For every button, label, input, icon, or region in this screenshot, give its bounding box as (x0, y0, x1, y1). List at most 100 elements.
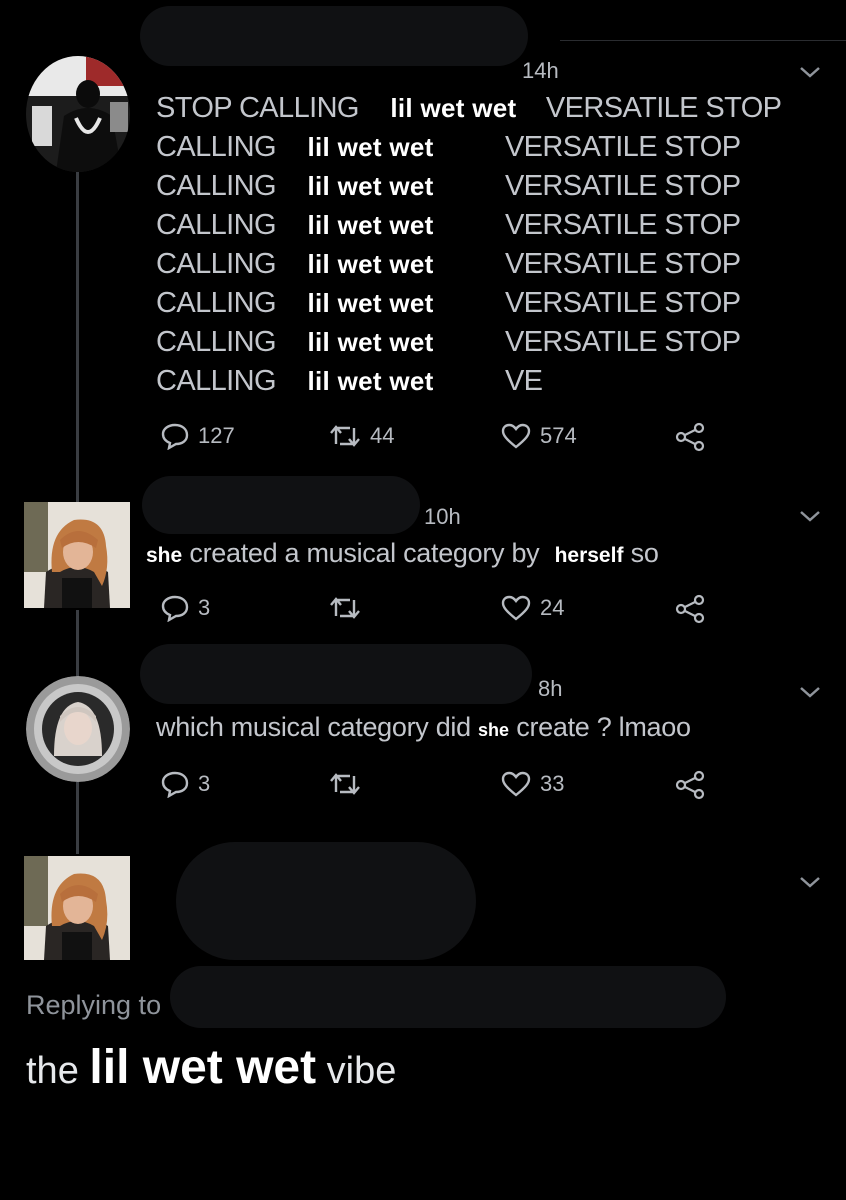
avatar[interactable] (26, 56, 130, 172)
chevron-down-icon[interactable] (798, 684, 822, 700)
text-segment: CALLING (156, 170, 277, 202)
like-count: 574 (540, 423, 577, 448)
redacted-username (176, 842, 476, 960)
overlay-text: she (478, 720, 510, 740)
like-icon (501, 423, 531, 449)
text-segment: CALLING (156, 248, 277, 280)
thread-line (76, 610, 79, 680)
share-button[interactable] (674, 594, 706, 624)
redacted-reply-handles (170, 966, 726, 1028)
text-segment: vibe (316, 1050, 397, 1092)
chevron-down-icon[interactable] (798, 874, 822, 890)
tweet-line: CALLING lil wet wet VERSATILE STOP (156, 287, 741, 320)
overlay-text: lil wet wet (307, 327, 434, 357)
text-segment: CALLING (156, 365, 277, 397)
text-segment: VERSATILE STOP (504, 248, 741, 280)
thread-line (76, 172, 79, 502)
overlay-text: herself (554, 544, 624, 567)
redacted-username (140, 6, 528, 66)
share-icon (675, 422, 705, 452)
reply-icon (161, 595, 189, 622)
replying-to-label: Replying to (26, 990, 162, 1020)
text-segment: CALLING (156, 326, 277, 358)
text-segment: VE (504, 365, 543, 397)
chevron-down-icon[interactable] (798, 508, 822, 524)
retweet-button[interactable] (328, 594, 370, 622)
thread-line (76, 782, 79, 854)
reply-count: 127 (198, 423, 235, 448)
reply-button[interactable]: 127 (160, 422, 235, 450)
like-button[interactable]: 574 (500, 422, 577, 450)
share-button[interactable] (674, 422, 706, 452)
like-count: 24 (540, 595, 565, 620)
tweet-line: CALLING lil wet wet VE (156, 365, 543, 398)
text-segment: CALLING (156, 131, 277, 163)
tweet-body: the lil wet wet vibe (26, 1040, 396, 1095)
tweet-actions: 3 33 (160, 770, 720, 800)
top-divider (560, 40, 846, 41)
tweet-actions: 127 44 574 (160, 422, 720, 452)
overlay-text: lil wet wet (307, 210, 434, 240)
share-icon (675, 594, 705, 624)
share-icon (675, 770, 705, 800)
tweet-line: STOP CALLING lil wet wet VERSATILE STOP (156, 92, 782, 125)
text-segment: VERSATILE STOP (504, 209, 741, 241)
chevron-down-icon[interactable] (798, 64, 822, 80)
reply-count: 3 (198, 771, 211, 796)
text-segment: VERSATILE STOP (504, 326, 741, 358)
reply-count: 3 (198, 595, 211, 620)
retweet-button[interactable]: 44 (328, 422, 394, 450)
reply-icon (161, 423, 189, 450)
retweet-button[interactable] (328, 770, 370, 798)
share-button[interactable] (674, 770, 706, 800)
like-button[interactable]: 24 (500, 594, 564, 622)
tweet-body: she created a musical category by hersel… (146, 538, 659, 569)
tweet-actions: 3 24 (160, 594, 720, 624)
avatar[interactable] (24, 502, 130, 608)
text-segment: VERSATILE STOP (545, 92, 782, 124)
overlay-text: lil wet wet (89, 1041, 317, 1094)
overlay-text: lil wet wet (307, 249, 434, 279)
reply-button[interactable]: 3 (160, 770, 210, 798)
tweet-timestamp: 10h (424, 504, 461, 529)
overlay-text: lil wet wet (307, 288, 434, 318)
like-button[interactable]: 33 (500, 770, 564, 798)
tweet-line: CALLING lil wet wet VERSATILE STOP (156, 131, 741, 164)
overlay-text: lil wet wet (307, 171, 434, 201)
tweet-timestamp: 14h (522, 58, 559, 83)
text-segment: CALLING (156, 287, 277, 319)
avatar[interactable] (26, 676, 130, 782)
text-segment: which musical category did (156, 712, 479, 742)
overlay-text: lil wet wet (307, 132, 434, 162)
redacted-username (140, 644, 532, 704)
avatar[interactable] (24, 856, 130, 960)
tweet-line: CALLING lil wet wet VERSATILE STOP (156, 326, 741, 359)
tweet-line: CALLING lil wet wet VERSATILE STOP (156, 170, 741, 203)
text-segment: so (623, 538, 659, 568)
reply-icon (161, 771, 189, 798)
retweet-count: 44 (370, 423, 395, 448)
text-segment: VERSATILE STOP (504, 131, 741, 163)
like-icon (501, 771, 531, 797)
text-segment: create ? lmaoo (509, 712, 691, 742)
overlay-text: she (146, 544, 183, 567)
retweet-icon (330, 425, 360, 447)
tweet-line: CALLING lil wet wet VERSATILE STOP (156, 209, 741, 242)
reply-button[interactable]: 3 (160, 594, 210, 622)
text-segment: STOP CALLING (156, 92, 359, 124)
tweet-body: which musical category did she create ? … (156, 712, 691, 743)
text-segment: VERSATILE STOP (504, 287, 741, 319)
like-count: 33 (540, 771, 565, 796)
overlay-text: lil wet wet (390, 93, 517, 123)
tweet-timestamp: 8h (538, 676, 563, 701)
text-segment: the (26, 1050, 90, 1092)
text-segment: created a musical category by (182, 538, 547, 568)
text-segment: CALLING (156, 209, 277, 241)
like-icon (501, 595, 531, 621)
retweet-icon (330, 597, 360, 619)
overlay-text: lil wet wet (307, 366, 434, 396)
retweet-icon (330, 773, 360, 795)
text-segment: VERSATILE STOP (504, 170, 741, 202)
redacted-username (142, 476, 420, 534)
tweet-line: CALLING lil wet wet VERSATILE STOP (156, 248, 741, 281)
